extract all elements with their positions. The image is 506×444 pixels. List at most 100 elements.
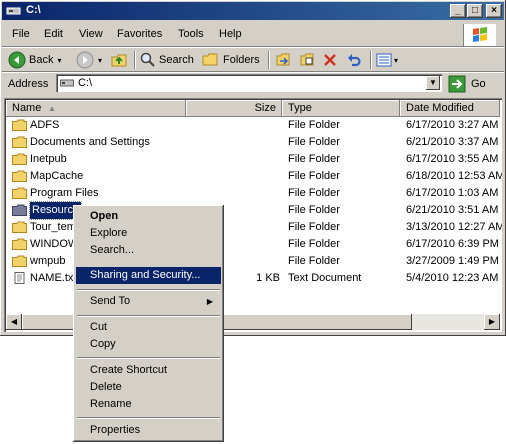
menu-help[interactable]: Help xyxy=(219,28,242,40)
file-modified: 6/18/2010 12:53 AM xyxy=(406,170,502,182)
menu-separator xyxy=(77,315,220,317)
views-icon xyxy=(376,53,392,67)
minimize-button[interactable]: _ xyxy=(450,4,466,18)
address-value: C:\ xyxy=(78,77,93,89)
context-rename[interactable]: Rename xyxy=(76,396,221,413)
address-dropdown-icon[interactable]: ▼ xyxy=(426,76,440,90)
maximize-button[interactable]: □ xyxy=(467,4,483,18)
up-folder-button[interactable] xyxy=(110,50,128,70)
list-item[interactable]: ADFS File Folder 6/17/2010 3:27 AM xyxy=(6,117,500,134)
file-modified: 5/4/2010 12:23 AM xyxy=(406,272,499,284)
back-dropdown-icon[interactable]: ▾ xyxy=(57,56,61,65)
menu-file[interactable]: File xyxy=(12,28,30,40)
up-folder-icon xyxy=(111,54,127,67)
menu-edit[interactable]: Edit xyxy=(44,28,63,40)
windows-flag-icon xyxy=(473,27,487,42)
sort-ascending-icon: ▲ xyxy=(48,104,56,113)
file-name: Program Files xyxy=(30,187,99,199)
forward-button[interactable]: ▾ xyxy=(76,50,102,70)
context-explore[interactable]: Explore xyxy=(76,225,221,242)
file-modified: 6/17/2010 3:27 AM xyxy=(406,119,499,131)
file-name: Documents and Settings xyxy=(30,136,150,148)
column-header-size[interactable]: Size xyxy=(186,100,282,117)
file-modified: 6/21/2010 3:51 AM xyxy=(406,204,499,216)
title-bar[interactable]: C:\ _ □ × xyxy=(2,2,504,20)
forward-dropdown-icon[interactable]: ▾ xyxy=(98,56,102,65)
list-item[interactable]: Inetpub File Folder 6/17/2010 3:55 AM xyxy=(6,151,500,168)
address-input[interactable]: C:\ ▼ xyxy=(56,74,442,92)
file-name: ADFS xyxy=(30,119,60,131)
file-modified: 6/17/2010 1:03 AM xyxy=(406,187,499,199)
undo-icon xyxy=(348,54,361,67)
move-to-button[interactable] xyxy=(276,50,292,70)
file-modified: 6/21/2010 3:37 AM xyxy=(406,136,499,148)
go-button[interactable]: Go xyxy=(448,74,486,94)
column-header-modified[interactable]: Date Modified xyxy=(400,100,500,117)
menu-favorites[interactable]: Favorites xyxy=(117,28,162,40)
folder-icon xyxy=(12,221,27,233)
list-item[interactable]: Documents and Settings File Folder 6/21/20… xyxy=(6,134,500,151)
folder-icon xyxy=(12,255,27,267)
go-arrow-icon xyxy=(448,75,466,93)
file-name: WINDOW xyxy=(30,238,79,250)
folder-icon xyxy=(12,119,27,131)
copy-to-icon xyxy=(300,53,314,66)
window-title: C:\ xyxy=(26,4,41,16)
search-button[interactable]: Search xyxy=(140,50,194,70)
file-type: File Folder xyxy=(288,153,340,165)
folder-icon xyxy=(12,170,27,182)
search-icon xyxy=(140,52,155,67)
undo-button[interactable] xyxy=(346,50,362,70)
file-type: File Folder xyxy=(288,221,340,233)
file-modified: 3/27/2009 1:49 PM xyxy=(406,255,499,267)
forward-arrow-icon xyxy=(76,51,94,69)
menu-bar: File Edit View Favorites Tools Help xyxy=(2,24,504,46)
scroll-left-icon[interactable]: ◀ xyxy=(6,314,22,330)
folder-icon xyxy=(12,136,27,148)
context-menu: Open Explore Search... Sharing and Secur… xyxy=(73,205,224,442)
text-file-icon xyxy=(14,272,25,284)
menu-view[interactable]: View xyxy=(79,28,103,40)
context-copy[interactable]: Copy xyxy=(76,336,221,353)
back-button[interactable]: Back ▾ xyxy=(8,50,61,70)
file-type: File Folder xyxy=(288,136,340,148)
menu-tools[interactable]: Tools xyxy=(178,28,204,40)
close-button[interactable]: × xyxy=(486,4,502,18)
file-name: NAME.txt xyxy=(30,272,77,284)
copy-to-button[interactable] xyxy=(300,50,316,70)
views-button[interactable]: ▾ xyxy=(376,50,398,70)
address-bar: Address C:\ ▼ Go xyxy=(2,72,504,96)
file-type: Text Document xyxy=(288,272,362,284)
toolbar-divider xyxy=(370,51,372,69)
move-to-icon xyxy=(276,53,290,66)
context-open[interactable]: Open xyxy=(76,208,221,225)
context-delete[interactable]: Delete xyxy=(76,379,221,396)
views-dropdown-icon: ▾ xyxy=(394,55,399,65)
file-type: File Folder xyxy=(288,255,340,267)
context-cut[interactable]: Cut xyxy=(76,319,221,336)
delete-button[interactable] xyxy=(322,50,338,70)
context-send-to[interactable]: Send To ▶ xyxy=(76,293,221,310)
file-type: File Folder xyxy=(288,170,340,182)
column-header-name[interactable]: Name ▲ xyxy=(6,100,186,117)
list-item[interactable]: Program Files File Folder 6/17/2010 1:03 A… xyxy=(6,185,500,202)
column-header-type[interactable]: Type xyxy=(282,100,400,117)
file-name: MapCache xyxy=(30,170,84,182)
toolbar: Back ▾ ▾ Search Folders ▾ xyxy=(2,48,504,72)
submenu-arrow-icon: ▶ xyxy=(206,297,213,306)
context-create-shortcut[interactable]: Create Shortcut xyxy=(76,362,221,379)
scroll-right-icon[interactable]: ▶ xyxy=(484,314,500,330)
context-sharing-security[interactable]: Sharing and Security... xyxy=(76,267,221,284)
file-type: File Folder xyxy=(288,187,340,199)
list-item[interactable]: MapCache File Folder 6/18/2010 12:53 AM xyxy=(6,168,502,185)
file-type: File Folder xyxy=(288,204,340,216)
folders-button[interactable]: Folders xyxy=(202,50,260,70)
file-name: Tour_tem xyxy=(30,221,76,233)
file-modified: 6/17/2010 3:55 AM xyxy=(406,153,499,165)
file-modified: 3/13/2010 12:27 AM xyxy=(406,221,502,233)
context-search[interactable]: Search... xyxy=(76,242,221,259)
drive-icon xyxy=(6,7,21,15)
context-properties[interactable]: Properties xyxy=(76,422,221,439)
drive-icon xyxy=(60,79,74,87)
toolbar-divider xyxy=(268,51,270,69)
